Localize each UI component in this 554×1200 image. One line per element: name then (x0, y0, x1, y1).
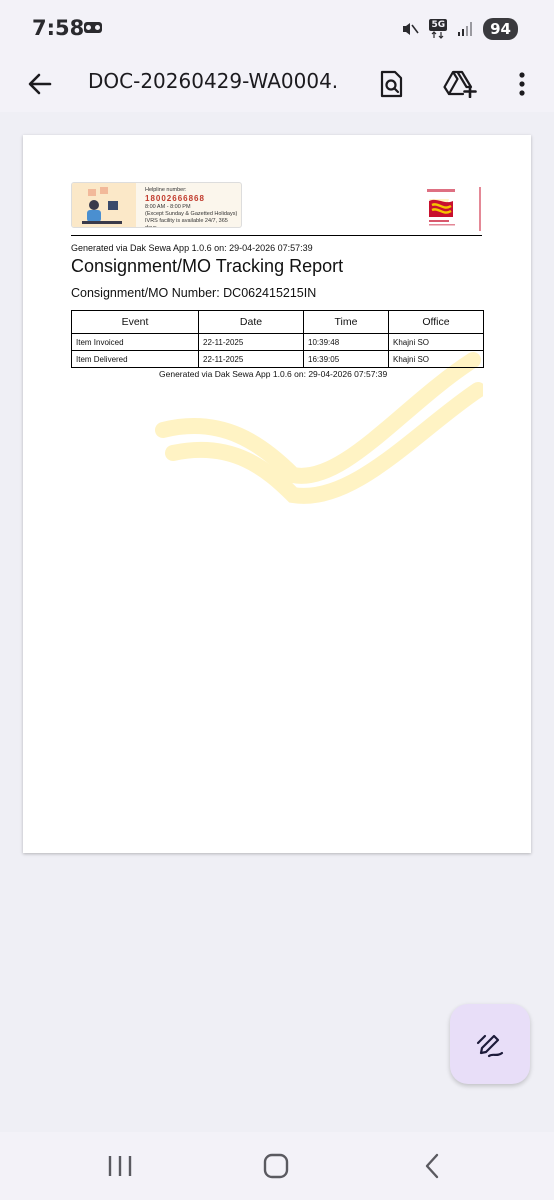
home-button[interactable] (258, 1150, 294, 1182)
helpline-note: (Except Sunday & Gazetted Holidays) (145, 211, 238, 217)
app-bar: DOC-20260429-WA0004. (0, 56, 554, 112)
recents-button[interactable] (102, 1152, 138, 1180)
tracking-table: Event Date Time Office Item Invoiced 22-… (71, 310, 484, 368)
table-row: Item Invoiced 22-11-2025 10:39:48 Khajni… (71, 333, 484, 351)
home-icon (263, 1153, 289, 1179)
search-document-icon (380, 70, 403, 98)
mute-vibrate-icon (403, 23, 420, 35)
status-time: 7:58 (32, 16, 85, 40)
header-event: Event (71, 310, 199, 334)
data-arrows-icon (431, 31, 444, 39)
cell-time: 16:39:05 (303, 350, 389, 368)
back-arrow-icon (28, 73, 52, 95)
system-back-button[interactable] (414, 1150, 450, 1182)
table-row: Item Delivered 22-11-2025 16:39:05 Khajn… (71, 350, 484, 368)
edit-pen-icon (476, 1034, 504, 1058)
cell-event: Item Delivered (71, 350, 199, 368)
network-5g-icon: 5G (429, 19, 448, 39)
helpline-illustration (72, 183, 136, 227)
status-bar: 7:58 5G 94 (0, 0, 554, 56)
cell-time: 10:39:48 (303, 333, 389, 351)
nav-back-icon (425, 1153, 439, 1179)
cell-date: 22-11-2025 (198, 350, 304, 368)
battery-indicator: 94 (483, 18, 518, 40)
recents-icon (108, 1156, 132, 1176)
header-date: Date (198, 310, 304, 334)
helpline-label: Helpline number: (145, 187, 187, 193)
cell-office: Khajni SO (388, 333, 484, 351)
header-time: Time (303, 310, 389, 334)
generated-note-bottom: Generated via Dak Sewa App 1.0.6 on: 29-… (159, 369, 388, 379)
find-in-document-button[interactable] (372, 64, 412, 104)
header-divider (71, 235, 482, 236)
india-post-logo (427, 187, 481, 231)
helpline-hours: 8:00 AM - 8:00 PM (145, 204, 191, 210)
report-title: Consignment/MO Tracking Report (71, 256, 344, 276)
header-office: Office (388, 310, 484, 334)
cell-date: 22-11-2025 (198, 333, 304, 351)
back-button[interactable] (22, 66, 58, 102)
save-to-drive-button[interactable] (440, 64, 480, 104)
system-nav-bar (0, 1132, 554, 1200)
document-title: DOC-20260429-WA0004. (88, 69, 339, 93)
status-icons: 5G 94 (401, 18, 518, 40)
helpline-number: 18002666868 (145, 194, 205, 203)
table-header-row: Event Date Time Office (71, 310, 484, 334)
document-page[interactable]: Helpline number: 18002666868 8:00 AM - 8… (23, 135, 531, 853)
network-type-label: 5G (429, 19, 448, 31)
cell-event: Item Invoiced (71, 333, 199, 351)
customer-care-icon (82, 187, 122, 224)
cell-office: Khajni SO (388, 350, 484, 368)
helpline-banner: Helpline number: 18002666868 8:00 AM - 8… (71, 182, 242, 228)
helpline-text: Helpline number: 18002666868 8:00 AM - 8… (145, 187, 241, 228)
save-to-drive-icon (443, 70, 477, 98)
generated-note-top: Generated via Dak Sewa App 1.0.6 on: 29-… (71, 243, 313, 253)
helpline-ivrs: IVRS facility is available 24/7, 365 day… (145, 218, 228, 228)
more-vert-icon (519, 72, 525, 96)
voicemail-icon (84, 22, 102, 33)
consignment-number: Consignment/MO Number: DC062415215IN (71, 286, 317, 300)
edit-fab-button[interactable] (450, 1004, 530, 1084)
signal-icon (458, 22, 473, 36)
more-options-button[interactable] (504, 64, 540, 104)
